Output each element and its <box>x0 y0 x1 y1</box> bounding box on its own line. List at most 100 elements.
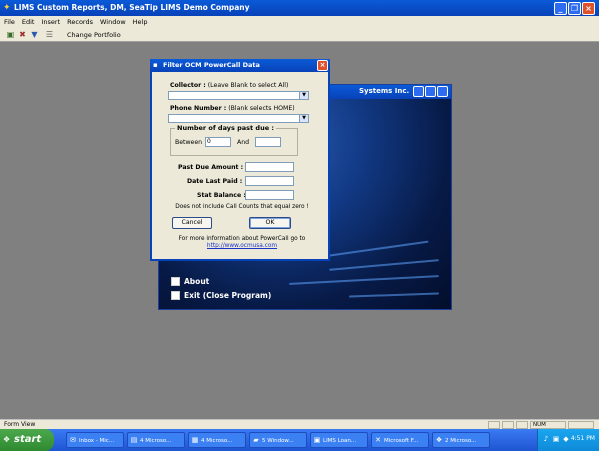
minimize-button[interactable]: _ <box>554 2 567 15</box>
taskbar-item-label: Inbox - Mic... <box>79 438 115 444</box>
tools-icon[interactable]: ✖ <box>18 30 27 39</box>
dialog-titlebar[interactable]: ▪ Filter OCM PowerCall Data × <box>150 59 330 72</box>
phone-combo[interactable]: ▼ <box>168 114 309 123</box>
word-icon: ▦ <box>191 436 199 444</box>
wave-streak <box>348 292 440 298</box>
status-panel <box>516 421 528 429</box>
app-titlebar[interactable]: ✦ LIMS Custom Reports, DM, SeaTip LIMS D… <box>0 0 599 16</box>
past-due-amount-label: Past Due Amount : <box>178 164 244 171</box>
splash-close-button[interactable] <box>437 86 448 97</box>
exit-option[interactable]: Exit (Close Program) <box>171 291 271 300</box>
chevron-down-icon[interactable]: ▼ <box>299 115 308 122</box>
between-label: Between <box>175 139 203 146</box>
date-last-paid-label: Date Last Paid : <box>187 178 243 185</box>
collector-label: Collector : <box>170 82 206 89</box>
taskbar: ❖ start ✉ Inbox - Mic... ▤ 4 Microso... ▦ 4… <box>0 429 599 451</box>
network-icon[interactable]: ▣ <box>552 435 560 443</box>
about-checkbox[interactable] <box>171 277 180 286</box>
design-view-icon[interactable]: ▣ <box>6 30 15 39</box>
info-link[interactable]: http://www.ocmusa.com <box>207 243 277 249</box>
dialog-icon: ▪ <box>153 61 158 69</box>
dialog-close-button[interactable]: × <box>317 60 328 71</box>
taskbar-item[interactable]: ❖ 2 Microso... <box>432 432 490 448</box>
change-portfolio-button[interactable]: Change Portfolio <box>67 30 121 40</box>
statusbar: Form View NUM <box>0 419 599 429</box>
info-text: For more information about PowerCall go … <box>178 236 306 242</box>
taskbar-item-label: 2 Microso... <box>445 438 477 444</box>
status-panel <box>488 421 500 429</box>
taskbar-item-label: Microsoft F... <box>384 438 419 444</box>
filter-dialog: ▪ Filter OCM PowerCall Data × Collector … <box>150 59 330 261</box>
start-button[interactable]: ❖ start <box>0 429 54 451</box>
taskbar-item-label: 5 Window... <box>262 438 294 444</box>
taskbar-item[interactable]: ▤ 4 Microso... <box>127 432 185 448</box>
menu-edit[interactable]: Edit <box>22 16 35 28</box>
wave-streak <box>289 275 439 285</box>
phone-hint: (Blank selects HOME) <box>228 105 295 112</box>
taskbar-item[interactable]: ✉ Inbox - Mic... <box>66 432 124 448</box>
status-panel <box>568 421 594 429</box>
wave-streak <box>329 259 439 271</box>
taskbar-item-label: 4 Microso... <box>140 438 172 444</box>
exit-label: Exit (Close Program) <box>184 291 272 300</box>
start-label: start <box>14 434 42 445</box>
status-text: Form View <box>4 421 36 428</box>
security-icon[interactable]: ◆ <box>562 435 570 443</box>
splash-minimize-button[interactable] <box>413 86 424 97</box>
between-input[interactable]: 0 <box>205 137 231 147</box>
lims-icon: ▣ <box>313 436 321 444</box>
info-link-row: http://www.ocmusa.com <box>152 243 332 249</box>
collector-combo[interactable]: ▼ <box>168 91 309 100</box>
windows-icon: ❖ <box>435 436 443 444</box>
date-last-paid-input[interactable] <box>245 176 294 186</box>
frontpage-icon: ✕ <box>375 436 381 444</box>
stat-balance-label: Stat Balance : <box>197 192 246 199</box>
collector-label-row: Collector : (Leave Blank to select All) <box>170 82 288 89</box>
splash-maximize-button[interactable] <box>425 86 436 97</box>
list-icon[interactable]: ☰ <box>45 30 54 39</box>
app-title: LIMS Custom Reports, DM, SeaTip LIMS Dem… <box>14 3 250 12</box>
menu-window[interactable]: Window <box>100 16 126 28</box>
menu-insert[interactable]: Insert <box>41 16 60 28</box>
taskbar-item[interactable]: ▰ 5 Window... <box>249 432 307 448</box>
and-input[interactable] <box>255 137 281 147</box>
days-past-due-label: Number of days past due : <box>175 124 276 132</box>
taskbar-item-label: LIMS Loan... <box>323 438 357 444</box>
about-label: About <box>184 277 210 286</box>
menu-help[interactable]: Help <box>133 16 148 28</box>
and-label: And <box>237 139 250 146</box>
past-due-amount-input[interactable] <box>245 162 294 172</box>
menu-file[interactable]: File <box>4 16 15 28</box>
dialog-title: Filter OCM PowerCall Data <box>163 61 260 69</box>
about-option[interactable]: About <box>171 277 209 286</box>
stat-balance-input[interactable] <box>245 190 294 200</box>
collector-hint: (Leave Blank to select All) <box>207 82 289 89</box>
taskbar-item[interactable]: ▣ LIMS Loan... <box>310 432 368 448</box>
close-button[interactable]: × <box>582 2 595 15</box>
status-panel <box>502 421 514 429</box>
maximize-button[interactable]: ❐ <box>568 2 581 15</box>
chevron-down-icon[interactable]: ▼ <box>299 92 308 99</box>
window-controls: _ ❐ × <box>554 2 595 15</box>
phone-label-row: Phone Number : (Blank selects HOME) <box>170 105 295 112</box>
volume-icon[interactable]: ♪ <box>542 435 550 443</box>
menubar: File Edit Insert Records Window Help <box>0 16 599 28</box>
num-lock-indicator: NUM <box>530 421 566 429</box>
explorer-icon: ▰ <box>253 436 259 444</box>
outlook-icon: ✉ <box>70 436 76 444</box>
days-past-due-group: Number of days past due : Between 0 And <box>170 124 298 156</box>
filter-icon[interactable]: ▼ <box>30 30 39 39</box>
phone-label: Phone Number : <box>170 105 227 112</box>
taskbar-item[interactable]: ✕ Microsoft F... <box>371 432 429 448</box>
menu-records[interactable]: Records <box>67 16 93 28</box>
exit-checkbox[interactable] <box>171 291 180 300</box>
taskbar-item-label: 4 Microso... <box>201 438 233 444</box>
clock[interactable]: 4:51 PM <box>571 435 595 442</box>
splash-title: Systems Inc. <box>359 87 410 95</box>
windows-logo-icon: ❖ <box>3 435 11 444</box>
access-icon: ▤ <box>130 436 138 444</box>
zero-count-note: Does not include Call Counts that equal … <box>175 204 309 210</box>
cancel-button[interactable]: Cancel <box>172 217 212 229</box>
taskbar-item[interactable]: ▦ 4 Microso... <box>188 432 246 448</box>
ok-button[interactable]: OK <box>249 217 291 229</box>
